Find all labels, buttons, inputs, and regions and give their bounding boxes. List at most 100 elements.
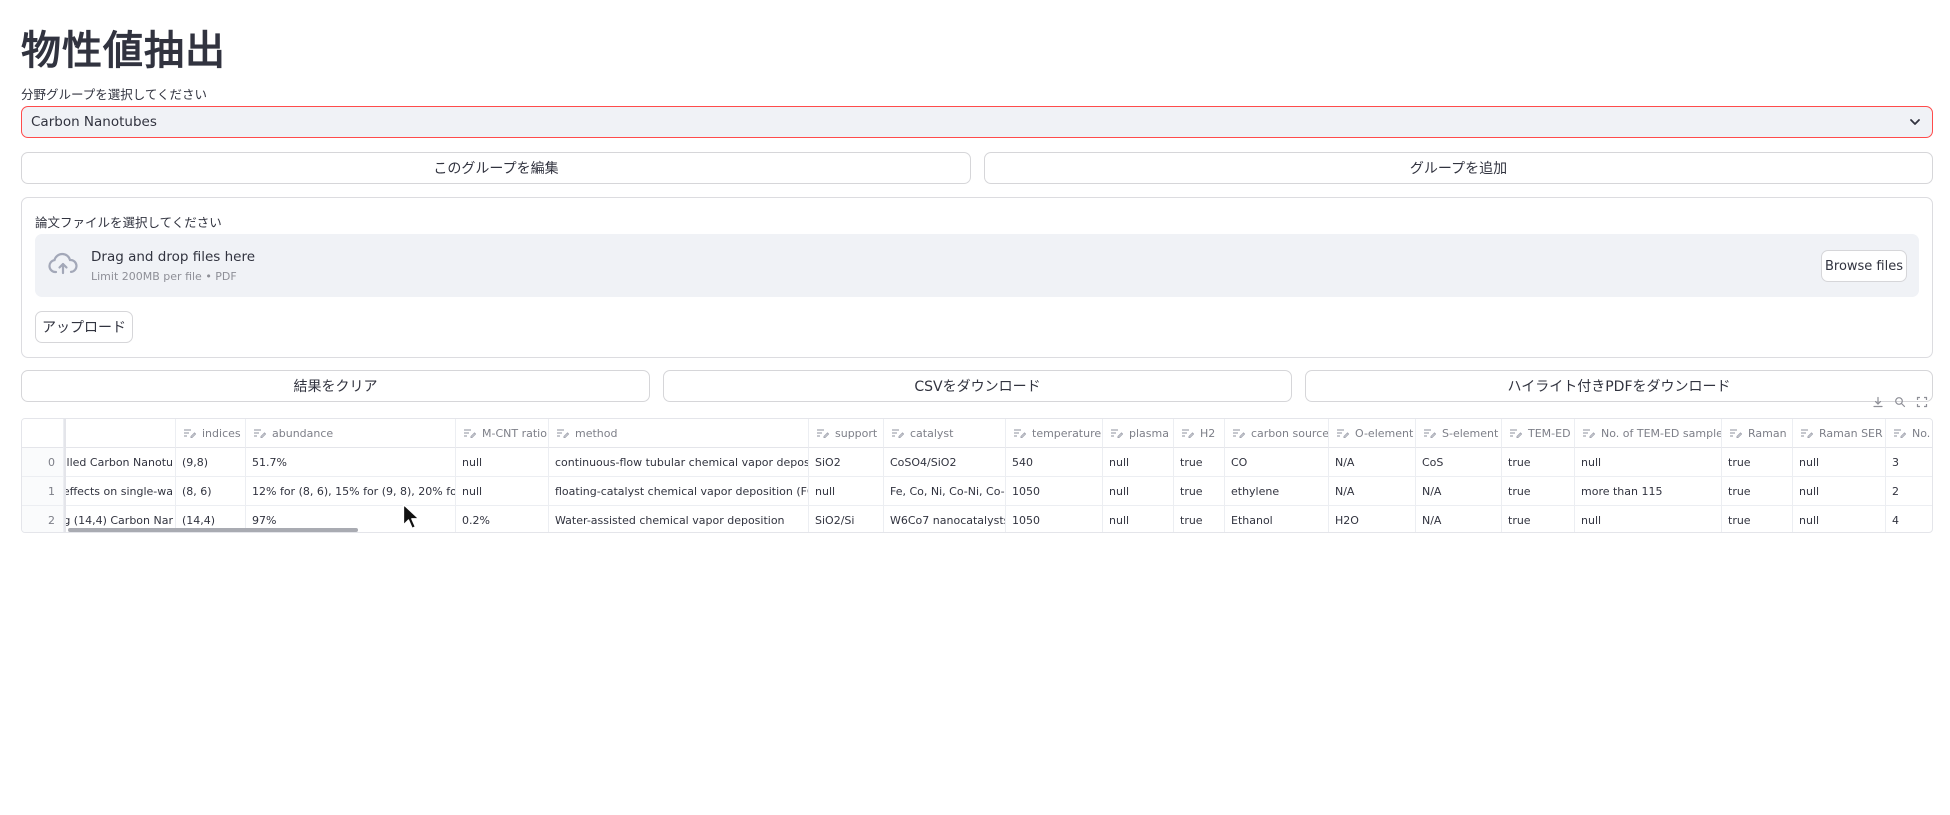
column-header-label: method (575, 426, 618, 440)
fullscreen-icon[interactable] (1916, 396, 1928, 408)
results-data-table[interactable]: indices abundance M-CNT ratio method support… (21, 418, 1933, 533)
page-title: 物性値抽出 (21, 28, 226, 74)
table-cell[interactable]: 0.2% (456, 506, 549, 532)
table-cell[interactable]: W6Co7 nanocatalysts (884, 506, 1006, 532)
table-cell[interactable]: true (1174, 506, 1225, 532)
table-cell[interactable]: Water-assisted chemical vapor deposition (549, 506, 809, 532)
table-cell[interactable]: null (1575, 448, 1722, 477)
table-cell[interactable]: true (1502, 477, 1575, 506)
table-cell[interactable]: true (1722, 506, 1793, 532)
column-header[interactable] (66, 419, 176, 448)
table-cell[interactable]: N/A (1416, 506, 1502, 532)
table-cell[interactable]: N/A (1329, 448, 1416, 477)
column-header-label: M-CNT ratio (482, 426, 547, 440)
horizontal-scrollbar[interactable] (68, 528, 358, 532)
column-header[interactable]: Raman (1722, 419, 1793, 448)
clear-results-button[interactable]: 結果をクリア (21, 370, 650, 402)
table-cell[interactable]: N/A (1329, 477, 1416, 506)
table-cell[interactable]: 1050 (1006, 506, 1103, 532)
column-header[interactable]: plasma (1103, 419, 1174, 448)
table-cell[interactable]: (8, 6) (176, 477, 246, 506)
column-header[interactable]: S-element (1416, 419, 1502, 448)
table-cell[interactable]: floating-catalyst chemical vapor deposit… (549, 477, 809, 506)
table-cell[interactable]: true (1502, 506, 1575, 532)
column-header[interactable]: abundance (246, 419, 456, 448)
add-group-button[interactable]: グループを追加 (984, 152, 1933, 184)
table-cell[interactable]: -Walled Carbon Nanotu (66, 448, 176, 477)
table-cell[interactable]: 540 (1006, 448, 1103, 477)
table-cell[interactable]: true (1722, 448, 1793, 477)
dropzone[interactable]: Drag and drop files here Limit 200MB per… (35, 234, 1919, 297)
column-header[interactable]: No. of TEM-ED samples (1575, 419, 1722, 448)
table-cell[interactable]: true (1174, 448, 1225, 477)
table-cell[interactable]: null (809, 477, 884, 506)
edit-group-button[interactable]: このグループを編集 (21, 152, 971, 184)
text-column-icon (1510, 429, 1522, 438)
table-cell[interactable]: null (1793, 477, 1886, 506)
table-cell[interactable]: 51.7% (246, 448, 456, 477)
dropzone-limit: Limit 200MB per file • PDF (91, 270, 237, 283)
table-cell[interactable]: null (1575, 506, 1722, 532)
column-header[interactable]: H2 (1174, 419, 1225, 448)
column-header[interactable]: TEM-ED (1502, 419, 1575, 448)
column-header[interactable]: O-element (1329, 419, 1416, 448)
row-index: 1 (22, 477, 64, 506)
column-header[interactable]: temperature (1006, 419, 1103, 448)
column-header-label: carbon source (1251, 426, 1329, 440)
download-csv-button[interactable]: CSVをダウンロード (663, 370, 1292, 402)
upload-button[interactable]: アップロード (35, 311, 133, 343)
table-cell[interactable]: 4 (1886, 506, 1932, 532)
column-header-label: plasma (1129, 426, 1169, 440)
row-index: 2 (22, 506, 64, 532)
table-cell[interactable]: true (1502, 448, 1575, 477)
table-cell[interactable]: H2O (1329, 506, 1416, 532)
table-cell[interactable]: 12% for (8, 6), 15% for (9, 8), 20% for … (246, 477, 456, 506)
table-cell[interactable]: ethylene (1225, 477, 1329, 506)
column-header[interactable]: Raman SER (1793, 419, 1886, 448)
column-header[interactable]: indices (176, 419, 246, 448)
table-cell[interactable]: continuous-flow tubular chemical vapor d… (549, 448, 809, 477)
table-cell[interactable]: Ethanol (1225, 506, 1329, 532)
table-cell[interactable]: CoS (1416, 448, 1502, 477)
table-cell[interactable]: null (456, 448, 549, 477)
table-cell[interactable]: true (1174, 477, 1225, 506)
table-cell[interactable]: (9,8) (176, 448, 246, 477)
column-header[interactable]: catalyst (884, 419, 1006, 448)
download-icon[interactable] (1872, 396, 1884, 408)
table-cell[interactable]: null (1793, 506, 1886, 532)
column-header-label: S-element (1442, 426, 1499, 440)
text-column-icon (1583, 429, 1595, 438)
table-cell[interactable]: true (1722, 477, 1793, 506)
chevron-down-icon (1910, 119, 1920, 125)
table-cell[interactable]: SiO2 (809, 448, 884, 477)
table-cell[interactable]: CO (1225, 448, 1329, 477)
search-icon[interactable] (1894, 396, 1906, 408)
column-header[interactable]: No. o (1886, 419, 1932, 448)
table-cell[interactable]: null (1793, 448, 1886, 477)
table-cell[interactable]: null (1103, 477, 1174, 506)
column-header[interactable]: M-CNT ratio (456, 419, 549, 448)
column-header[interactable]: method (549, 419, 809, 448)
table-cell[interactable]: CoSO4/SiO2 (884, 448, 1006, 477)
table-cell[interactable]: N/A (1416, 477, 1502, 506)
table-cell[interactable]: SiO2/Si (809, 506, 884, 532)
table-cell[interactable]: null (1103, 506, 1174, 532)
column-header[interactable]: support (809, 419, 884, 448)
column-header-label: No. o (1912, 426, 1932, 440)
uploader-label: 論文ファイルを選択してください (35, 215, 222, 230)
table-cell[interactable]: 2 (1886, 477, 1932, 506)
column-header[interactable]: carbon source (1225, 419, 1329, 448)
text-column-icon (1730, 429, 1742, 438)
group-select[interactable]: Carbon Nanotubes (21, 106, 1933, 138)
table-cell[interactable]: 1050 (1006, 477, 1103, 506)
table-cell[interactable]: more than 115 (1575, 477, 1722, 506)
browse-files-button[interactable]: Browse files (1821, 250, 1907, 282)
table-cell[interactable]: 3 (1886, 448, 1932, 477)
table-cell[interactable]: tion effects on single-wa (66, 477, 176, 506)
table-cell[interactable]: null (456, 477, 549, 506)
table-cell[interactable]: null (1103, 448, 1174, 477)
table-cell[interactable]: Fe, Co, Ni, Co-Ni, Co-Fe (884, 477, 1006, 506)
group-select-value: Carbon Nanotubes (31, 114, 157, 130)
download-highlighted-pdf-button[interactable]: ハイライト付きPDFをダウンロード (1305, 370, 1933, 402)
text-column-icon (1014, 429, 1026, 438)
